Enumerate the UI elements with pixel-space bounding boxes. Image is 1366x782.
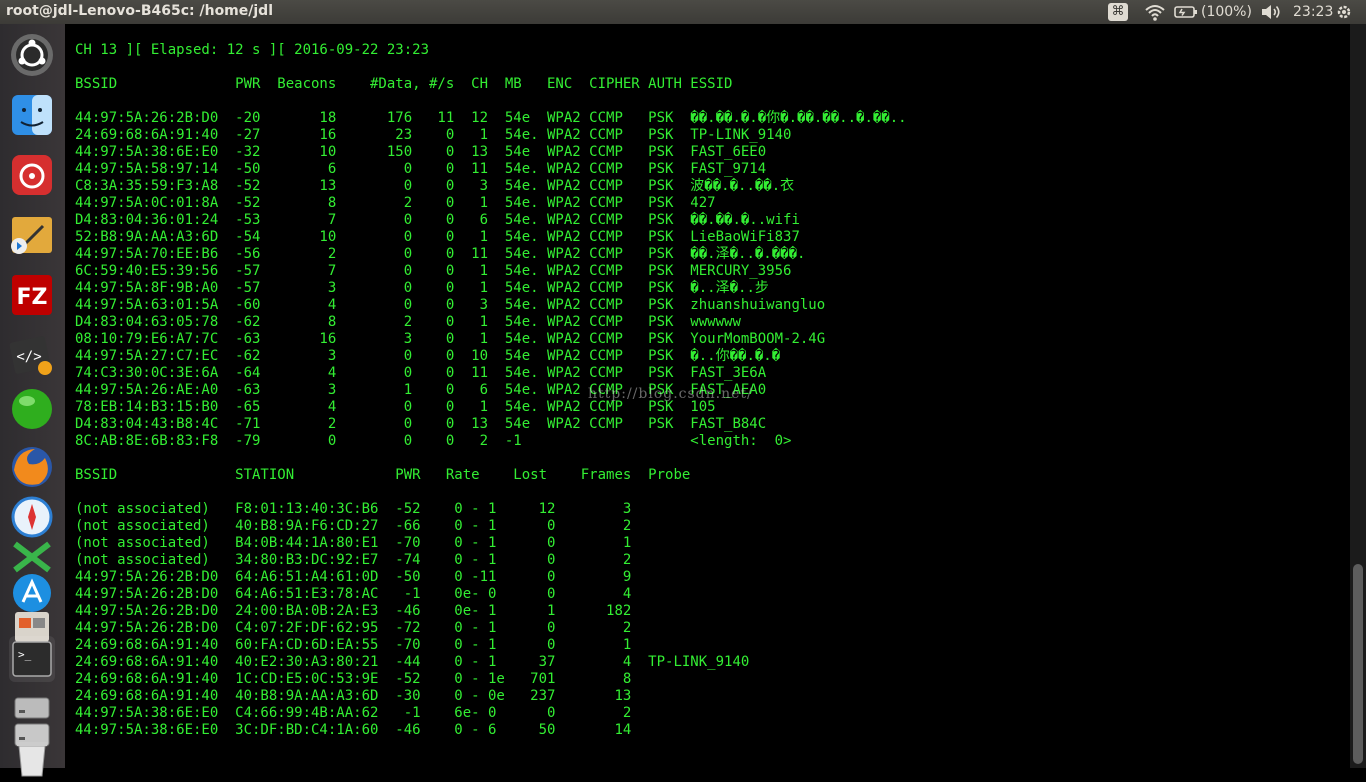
- terminal-line: D4:83:04:36:01:24 -53 7 0 0 6 54e. WPA2 …: [75, 212, 800, 228]
- terminal-line: 44:97:5A:38:6E:E0 C4:66:99:4B:AA:62 -1 6…: [75, 705, 632, 721]
- keyboard-indicator-icon[interactable]: ⌘: [1108, 3, 1128, 21]
- svg-text:FZ: FZ: [17, 285, 48, 310]
- scrollbar-thumb[interactable]: [1353, 564, 1363, 764]
- terminal-line: 44:97:5A:38:6E:E0 3C:DF:BD:C4:1A:60 -46 …: [75, 722, 632, 738]
- terminal-line: 44:97:5A:27:C7:EC -62 3 0 0 10 54e WPA2 …: [75, 348, 781, 364]
- terminal-line: C8:3A:35:59:F3:A8 -52 13 0 0 3 54e. WPA2…: [75, 178, 795, 194]
- terminal-line: (not associated) 40:B8:9A:F6:CD:27 -66 0…: [75, 518, 632, 534]
- battery-icon[interactable]: [1174, 0, 1198, 24]
- terminal-line: 44:97:5A:26:2B:D0 24:00:BA:0B:2A:E3 -46 …: [75, 603, 632, 619]
- svg-text:>_: >_: [18, 648, 32, 661]
- terminal-line: 24:69:68:6A:91:40 -27 16 23 0 1 54e. WPA…: [75, 127, 792, 143]
- terminal-line: 24:69:68:6A:91:40 40:B8:9A:AA:A3:6D -30 …: [75, 688, 632, 704]
- terminal-line: (not associated) B4:0B:44:1A:80:E1 -70 0…: [75, 535, 632, 551]
- volume-icon[interactable]: [1260, 0, 1282, 24]
- terminal-line: 44:97:5A:26:2B:D0 C4:07:2F:DF:62:95 -72 …: [75, 620, 632, 636]
- terminal-line: 74:C3:30:0C:3E:6A -64 4 0 0 11 54e. WPA2…: [75, 365, 767, 381]
- terminal-window[interactable]: CH 13 ][ Elapsed: 12 s ][ 2016-09-22 23:…: [65, 24, 1350, 768]
- terminal-line: 44:97:5A:70:EE:B6 -56 2 0 0 11 54e. WPA2…: [75, 246, 806, 262]
- terminal-line: 44:97:5A:8F:9B:A0 -57 3 0 0 1 54e. WPA2 …: [75, 280, 769, 296]
- terminal-line: 08:10:79:E6:A7:7C -63 16 3 0 1 54e. WPA2…: [75, 331, 826, 347]
- terminal-line: D4:83:04:43:B8:4C -71 2 0 0 13 54e WPA2 …: [75, 416, 767, 432]
- terminal-line: 24:69:68:6A:91:40 1C:CD:E5:0C:53:9E -52 …: [75, 671, 632, 687]
- terminal-line: 44:97:5A:26:2B:D0 -20 18 176 11 12 54e W…: [75, 110, 907, 126]
- netease-music-icon[interactable]: [9, 152, 55, 198]
- terminal-line: (not associated) F8:01:13:40:3C:B6 -52 0…: [75, 501, 632, 517]
- finder-icon[interactable]: [9, 92, 55, 138]
- terminal-line: 44:97:5A:58:97:14 -50 6 0 0 11 54e. WPA2…: [75, 161, 767, 177]
- gear-icon[interactable]: [1333, 0, 1355, 24]
- clock[interactable]: 23:23: [1293, 0, 1333, 24]
- terminal-line: 78:EB:14:B3:15:B0 -65 4 0 0 1 54e. WPA2 …: [75, 399, 716, 415]
- wifi-icon[interactable]: [1144, 0, 1166, 24]
- terminal-line: 6C:59:40:E5:39:56 -57 7 0 0 1 54e. WPA2 …: [75, 263, 792, 279]
- top-panel: root@jdl-Lenovo-B465c: /home/jdl ⌘ (100%…: [0, 0, 1366, 24]
- svg-text:</>: </>: [16, 349, 41, 365]
- terminal-line: 44:97:5A:0C:01:8A -52 8 2 0 1 54e. WPA2 …: [75, 195, 716, 211]
- terminal-scrollbar[interactable]: [1350, 24, 1366, 768]
- terminal-line: 44:97:5A:63:01:5A -60 4 0 0 3 54e. WPA2 …: [75, 297, 826, 313]
- terminal-line: 44:97:5A:26:2B:D0 64:A6:51:E3:78:AC -1 0…: [75, 586, 632, 602]
- battery-percent[interactable]: (100%): [1201, 0, 1252, 24]
- terminal-icon[interactable]: >_: [9, 636, 55, 682]
- terminal-line: 44:97:5A:38:6E:E0 -32 10 150 0 13 54e WP…: [75, 144, 767, 160]
- terminal-line: 44:97:5A:26:AE:A0 -63 3 1 0 6 54e. WPA2 …: [75, 382, 767, 398]
- terminal-line: D4:83:04:63:05:78 -62 8 2 0 1 54e. WPA2 …: [75, 314, 741, 330]
- terminal-line: BSSID STATION PWR Rate Lost Frames Probe: [75, 467, 691, 483]
- terminal-line: 24:69:68:6A:91:40 60:FA:CD:6D:EA:55 -70 …: [75, 637, 632, 653]
- terminal-line: CH 13 ][ Elapsed: 12 s ][ 2016-09-22 23:…: [75, 42, 430, 58]
- terminal-line: 52:B8:9A:AA:A3:6D -54 10 0 0 1 54e. WPA2…: [75, 229, 800, 245]
- firefox-icon[interactable]: [9, 444, 55, 490]
- install-tools-icon[interactable]: [9, 212, 55, 258]
- terminal-line: BSSID PWR Beacons #Data, #/s CH MB ENC C…: [75, 76, 733, 92]
- ubuntu-dash-icon[interactable]: [9, 32, 55, 78]
- filezilla-icon[interactable]: FZ: [9, 272, 55, 318]
- terminal-output: CH 13 ][ Elapsed: 12 s ][ 2016-09-22 23:…: [75, 42, 907, 739]
- terminal-line: (not associated) 34:80:B3:DC:92:E7 -74 0…: [75, 552, 632, 568]
- terminal-line: 44:97:5A:26:2B:D0 64:A6:51:A4:61:0D -50 …: [75, 569, 632, 585]
- terminal-line: 8C:AB:8E:6B:83:F8 -79 0 0 0 2 -1 <length…: [75, 433, 792, 449]
- window-title: root@jdl-Lenovo-B465c: /home/jdl: [6, 3, 273, 19]
- green-orb-icon[interactable]: [9, 386, 55, 432]
- launcher: FZ </> >_: [0, 24, 66, 777]
- code-editor-icon[interactable]: </>: [9, 332, 55, 378]
- terminal-line: 24:69:68:6A:91:40 40:E2:30:A3:80:21 -44 …: [75, 654, 750, 670]
- trash-icon[interactable]: [9, 736, 55, 782]
